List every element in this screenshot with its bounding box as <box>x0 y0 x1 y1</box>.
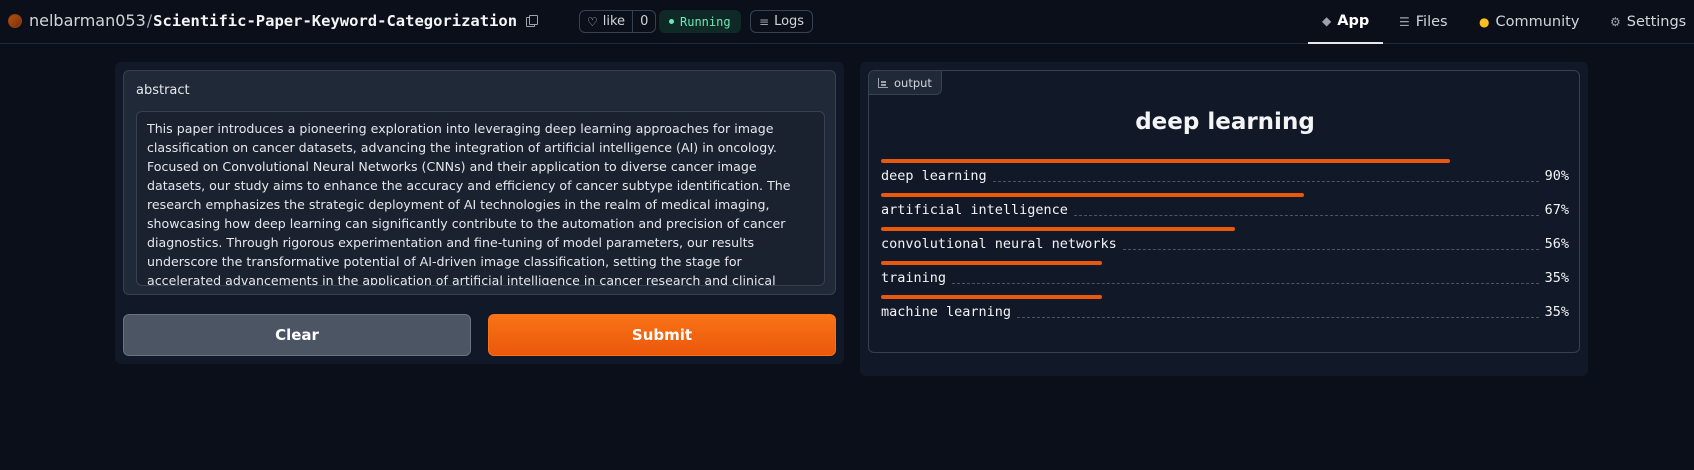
output-tag: output <box>869 71 942 95</box>
heart-icon: ♡ <box>587 14 598 29</box>
confidence-row: training 35% <box>881 261 1569 295</box>
tab-files-label: Files <box>1415 14 1448 30</box>
confidence-leader <box>1073 214 1539 216</box>
logs-icon: ≡ <box>759 14 770 29</box>
confidence-row: machine learning 35% <box>881 295 1569 329</box>
files-icon: ☰ <box>1399 15 1410 29</box>
confidence-leader <box>1122 248 1539 250</box>
logs-button[interactable]: ≡ Logs <box>750 10 814 33</box>
input-panel: abstract This paper introduces a pioneer… <box>115 62 844 364</box>
abstract-textarea[interactable]: This paper introduces a pioneering explo… <box>136 111 825 286</box>
output-tag-label: output <box>894 75 932 90</box>
confidence-leader <box>1017 316 1539 318</box>
top-bar: nelbarman053 / Scientific-Paper-Keyword-… <box>0 0 1694 44</box>
like-label: like <box>602 14 626 29</box>
abstract-label: abstract <box>136 83 190 98</box>
confidence-leader <box>992 180 1539 182</box>
confidence-bar <box>881 295 1102 299</box>
like-button[interactable]: ♡ like 0 <box>579 10 657 33</box>
copy-icon[interactable] <box>526 15 539 27</box>
clear-button[interactable]: Clear <box>123 314 471 356</box>
confidence-percent: 67% <box>1544 202 1569 218</box>
confidence-bar <box>881 227 1235 231</box>
submit-button[interactable]: Submit <box>488 314 836 356</box>
community-icon: ● <box>1479 15 1490 29</box>
tab-app[interactable]: ◆ App <box>1308 0 1384 44</box>
output-block: output deep learning deep learning 90% a… <box>868 70 1580 353</box>
confidence-label: artificial intelligence <box>881 202 1068 218</box>
confidence-percent: 35% <box>1544 304 1569 320</box>
status-badge[interactable]: Running <box>659 10 741 33</box>
like-count: 0 <box>632 11 655 32</box>
repo-title: nelbarman053 / Scientific-Paper-Keyword-… <box>8 11 539 30</box>
confidence-bar <box>881 193 1304 197</box>
confidence-row: artificial intelligence 67% <box>881 193 1569 227</box>
logs-label: Logs <box>774 14 805 29</box>
bar-chart-icon <box>878 77 888 88</box>
tab-settings-label: Settings <box>1626 14 1687 30</box>
confidence-bar <box>881 261 1102 265</box>
repo-owner-link[interactable]: nelbarman053 <box>29 11 146 30</box>
confidence-label: convolutional neural networks <box>881 236 1117 252</box>
confidence-percent: 35% <box>1544 270 1569 286</box>
cube-icon: ◆ <box>1322 14 1332 28</box>
confidence-percent: 56% <box>1544 236 1569 252</box>
tab-files[interactable]: ☰ Files <box>1399 0 1448 44</box>
repo-separator: / <box>146 11 153 30</box>
output-top-label: deep learning <box>1135 109 1315 135</box>
gear-icon: ⚙ <box>1610 15 1621 29</box>
confidence-percent: 90% <box>1544 168 1569 184</box>
repo-name-link[interactable]: Scientific-Paper-Keyword-Categorization <box>153 12 517 30</box>
tab-community-label: Community <box>1495 14 1580 30</box>
status-dot-icon <box>669 19 674 24</box>
confidence-leader <box>952 282 1539 284</box>
tab-app-label: App <box>1337 13 1370 29</box>
confidence-label: machine learning <box>881 304 1012 320</box>
confidence-label: deep learning <box>881 168 987 184</box>
confidence-label: training <box>881 270 947 286</box>
avatar[interactable] <box>8 13 22 28</box>
tab-community[interactable]: ● Community <box>1479 0 1579 44</box>
output-panel: output deep learning deep learning 90% a… <box>860 62 1588 376</box>
confidence-row: convolutional neural networks 56% <box>881 227 1569 261</box>
confidence-row: deep learning 90% <box>881 159 1569 193</box>
status-label: Running <box>680 14 731 29</box>
abstract-block: abstract This paper introduces a pioneer… <box>123 70 836 295</box>
tab-settings[interactable]: ⚙ Settings <box>1610 0 1686 44</box>
confidence-bar <box>881 159 1450 163</box>
